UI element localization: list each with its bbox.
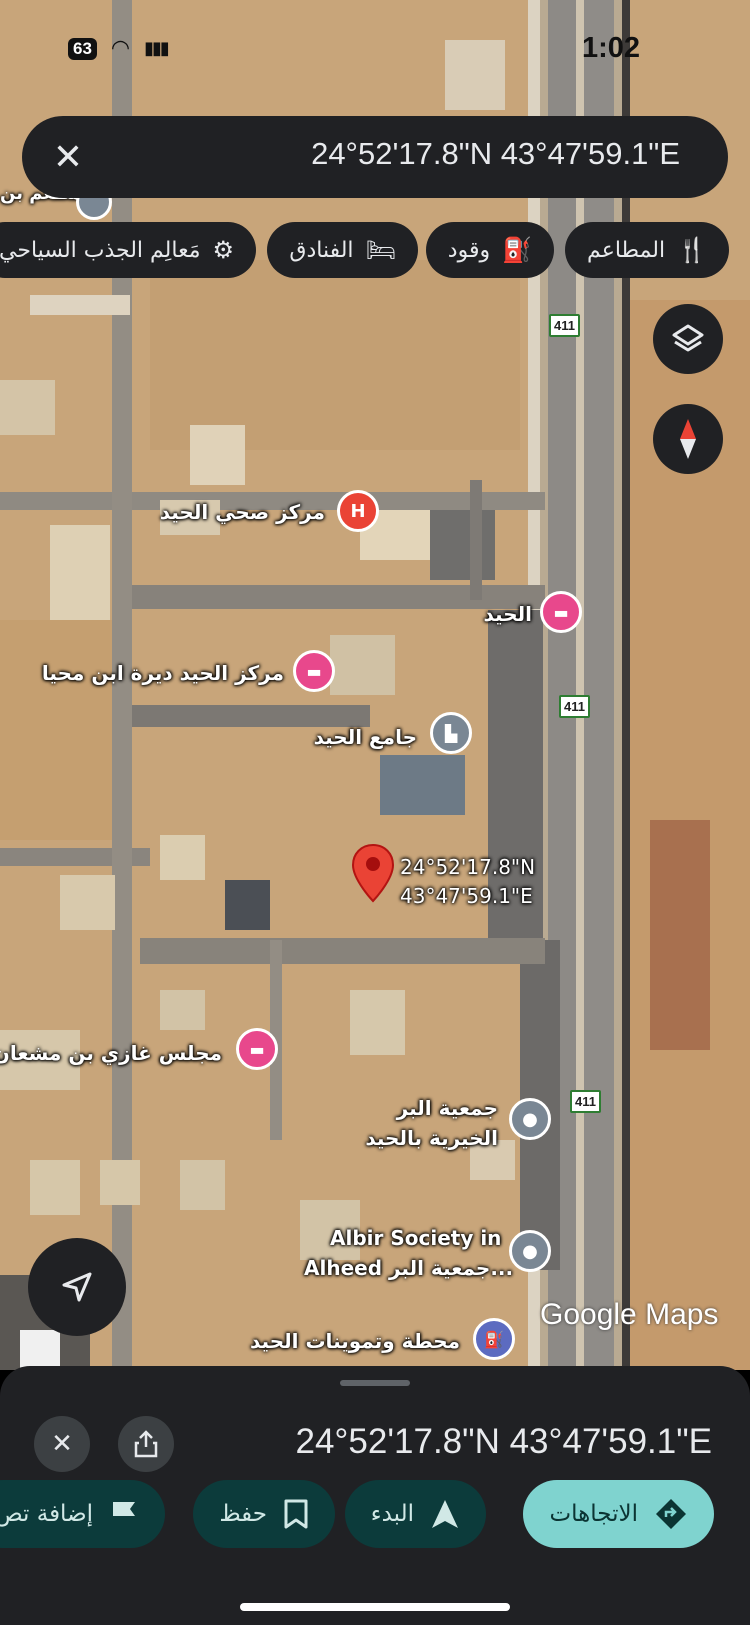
- wifi-icon: ◠: [110, 36, 131, 61]
- layers-button[interactable]: [653, 304, 723, 374]
- layers-icon: [672, 324, 704, 352]
- gas-station-icon[interactable]: ⛽: [473, 1318, 515, 1360]
- bookmark-icon: [284, 1499, 308, 1529]
- clock: 1:02: [581, 32, 640, 64]
- sheet-drag-handle[interactable]: [340, 1380, 410, 1386]
- directions-icon: [656, 1499, 686, 1529]
- hotel-icon[interactable]: ▬: [236, 1028, 278, 1070]
- chip-label: وقود: [447, 237, 491, 263]
- attraction-icon: ⚙: [212, 236, 234, 264]
- add-label-button[interactable]: إضافة تص: [0, 1480, 165, 1548]
- save-button[interactable]: حفظ: [193, 1480, 335, 1548]
- status-bar: 63 ◠ ▮▮▮ 1:02: [0, 26, 750, 70]
- category-chips: 🍴 المطاعم ⛽ وقود 🛏 الفنادق ⚙ مَعالِم الج…: [0, 222, 750, 278]
- poi-label-health-center[interactable]: مركز صحي الحيد: [160, 500, 325, 524]
- sheet-coordinates: 24°52'17.8"N 43°47'59.1"E: [295, 1422, 712, 1461]
- restaurant-icon: 🍴: [677, 236, 707, 264]
- share-button[interactable]: [118, 1416, 174, 1472]
- chip-label: الفنادق: [289, 237, 354, 263]
- hospital-letter: H: [350, 500, 366, 522]
- chip-restaurants[interactable]: 🍴 المطاعم: [565, 222, 729, 278]
- directions-button[interactable]: الاتجاهات: [523, 1480, 714, 1548]
- navigation-arrow-icon: [432, 1500, 458, 1528]
- flag-icon: [113, 1502, 135, 1527]
- place-icon[interactable]: ●: [509, 1230, 551, 1272]
- search-query[interactable]: 24°52'17.8"N 43°47'59.1"E: [311, 136, 680, 172]
- hotel-icon[interactable]: ▬: [540, 591, 582, 633]
- poi-label-center-dirah[interactable]: مركز الحيد ديرة ابن محيا: [42, 661, 284, 685]
- add-label: إضافة تص: [0, 1501, 93, 1527]
- start-button[interactable]: البدء: [344, 1480, 486, 1548]
- close-icon[interactable]: ✕: [48, 137, 88, 178]
- dropped-pin-label-lng: 43°47'59.1"E: [400, 884, 533, 908]
- chip-hotels[interactable]: 🛏 الفنادق: [267, 222, 418, 278]
- satellite-map[interactable]: 63 ◠ ▮▮▮ 1:02 411 411 411 H مركز صحي الح…: [0, 0, 750, 1370]
- dropped-pin-icon[interactable]: [351, 843, 395, 903]
- search-bar[interactable]: ✕ 24°52'17.8"N 43°47'59.1"E: [22, 116, 728, 198]
- hotel-icon[interactable]: ▬: [293, 650, 335, 692]
- poi-label-majlis[interactable]: مجلس غازي بن مشعان: [0, 1041, 222, 1065]
- place-sheet[interactable]: ✕ 24°52'17.8"N 43°47'59.1"E الاتجاهات ال…: [0, 1366, 750, 1625]
- directions-label: الاتجاهات: [549, 1501, 638, 1527]
- close-sheet-button[interactable]: ✕: [34, 1416, 90, 1472]
- map-imagery: [0, 0, 750, 1370]
- road-shield-411: 411: [559, 695, 590, 718]
- compass-button[interactable]: [653, 404, 723, 474]
- start-label: البدء: [370, 1501, 414, 1527]
- navigation-arrow-icon: [62, 1272, 92, 1302]
- chip-fuel[interactable]: ⛽ وقود: [425, 222, 554, 278]
- mosque-icon[interactable]: ▙: [430, 712, 472, 754]
- status-icons: 63 ◠ ▮▮▮: [68, 36, 170, 61]
- compass-icon: [680, 419, 696, 459]
- signal-icon: ▮▮▮: [144, 38, 170, 59]
- close-icon: ✕: [51, 1429, 73, 1459]
- poi-label-charity-2[interactable]: الخيرية بالحيد: [365, 1126, 498, 1150]
- save-label: حفظ: [219, 1501, 267, 1527]
- battery-icon: 63: [68, 37, 97, 60]
- share-icon: [134, 1430, 158, 1458]
- poi-label-mosque[interactable]: جامع الحيد: [314, 725, 417, 749]
- dropped-pin-label-lat: 24°52'17.8"N: [400, 855, 536, 879]
- home-indicator: [240, 1603, 510, 1611]
- chip-label: المطاعم: [587, 237, 666, 263]
- poi-label-albir-2[interactable]: Alheed جمعية البر...: [304, 1256, 513, 1280]
- poi-label-alheed[interactable]: الحيد: [484, 602, 533, 626]
- place-icon[interactable]: ●: [509, 1098, 551, 1140]
- road-shield-411: 411: [570, 1090, 601, 1113]
- poi-label-albir-1[interactable]: Albir Society in: [330, 1226, 501, 1250]
- hospital-icon[interactable]: H: [337, 490, 379, 532]
- poi-label-station[interactable]: محطة وتموينات الحيد: [250, 1329, 460, 1353]
- google-maps-attribution: Google Maps: [540, 1298, 719, 1331]
- poi-label-charity-1[interactable]: جمعية البر: [397, 1096, 498, 1120]
- my-location-button[interactable]: [28, 1238, 126, 1336]
- chip-label: مَعالِم الجذب السياحي: [0, 237, 201, 263]
- chip-attractions[interactable]: ⚙ مَعالِم الجذب السياحي: [0, 222, 256, 278]
- gas-station-icon: ⛽: [502, 236, 532, 264]
- hotel-icon: 🛏: [365, 236, 396, 264]
- road-shield-411: 411: [549, 314, 580, 337]
